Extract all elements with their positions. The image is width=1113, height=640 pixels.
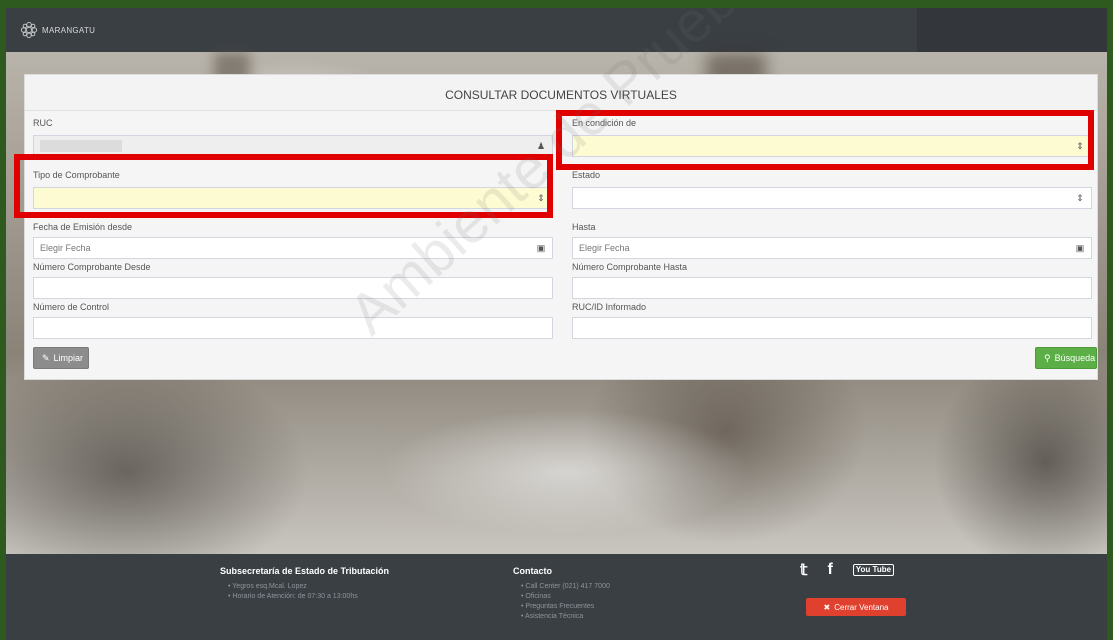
hasta-field-group: Hasta Elegir Fecha ▣ — [572, 221, 1092, 259]
search-button-label: Búsqueda — [1054, 353, 1096, 363]
num-hasta-input[interactable] — [572, 277, 1092, 299]
search-button[interactable]: ⚲ Búsqueda — [1035, 347, 1097, 369]
social-links: 𝕥 f You Tube — [800, 560, 895, 580]
hasta-label: Hasta — [572, 222, 596, 232]
num-hasta-field-group: Número Comprobante Hasta — [572, 261, 1092, 299]
footer: Subsecretaría de Estado de Tributación Y… — [6, 554, 1107, 640]
footer-contact-title: Contacto — [513, 566, 552, 576]
ruc-informado-field-group: RUC/ID Informado — [572, 301, 1092, 339]
close-window-label: Cerrar Ventana — [834, 602, 889, 612]
estado-select[interactable]: ⇕ — [572, 187, 1092, 209]
ruc-field-group: RUC ♟ — [33, 117, 553, 157]
num-control-label: Número de Control — [33, 302, 110, 312]
clear-button-label: Limpiar — [53, 353, 84, 363]
highlight-box-condicion — [556, 110, 1094, 170]
brand-name: MARANGATU — [42, 25, 96, 35]
footer-faq-link[interactable]: Preguntas Frecuentes — [513, 602, 610, 612]
calendar-icon[interactable]: ▣ — [530, 238, 552, 258]
footer-support-link[interactable]: Asistencia Técnica — [513, 612, 610, 622]
footer-call-center-link[interactable]: Call Center (021) 417 7000 — [513, 582, 609, 592]
twitter-icon[interactable]: 𝕥 — [800, 560, 807, 580]
footer-col-contact: Contacto Call Center (021) 417 7000 Ofic… — [513, 566, 610, 622]
search-icon: ⚲ — [1044, 352, 1051, 363]
youtube-icon[interactable]: You Tube — [852, 564, 895, 576]
eraser-icon: ✎ — [42, 352, 50, 363]
ruc-informado-input[interactable] — [572, 317, 1092, 339]
num-control-input[interactable] — [33, 317, 553, 339]
footer-col-sub: Subsecretaría de Estado de Tributación Y… — [220, 566, 389, 602]
close-icon: ✖ — [823, 602, 831, 612]
calendar-icon[interactable]: ▣ — [1069, 238, 1091, 258]
close-window-button[interactable]: ✖ Cerrar Ventana — [806, 598, 906, 616]
estado-field-group: Estado ⇕ — [572, 169, 1092, 209]
num-hasta-label: Número Comprobante Hasta — [572, 262, 688, 272]
estado-label: Estado — [572, 170, 601, 180]
hasta-input[interactable]: Elegir Fecha ▣ — [572, 237, 1092, 259]
num-control-field-group: Número de Control — [33, 301, 553, 339]
num-desde-input[interactable] — [33, 277, 553, 299]
ruc-value-masked — [40, 140, 122, 152]
footer-offices-link[interactable]: Oficinas — [513, 592, 610, 602]
ruc-informado-label: RUC/ID Informado — [572, 302, 647, 312]
footer-sub-title: Subsecretaría de Estado de Tributación — [220, 566, 390, 576]
select-arrows-icon: ⇕ — [1076, 192, 1084, 203]
clear-button[interactable]: ✎ Limpiar — [33, 347, 89, 369]
facebook-icon[interactable]: f — [827, 561, 832, 579]
num-desde-field-group: Número Comprobante Desde — [33, 261, 553, 299]
topbar-right-area — [917, 8, 1107, 52]
app-window: MARANGATU CONSULTAR DOCUMENTOS VIRTUALES… — [6, 8, 1107, 640]
footer-address: Yegros esq.Mcal. Lopez — [220, 582, 389, 592]
marangatu-logo-icon — [20, 21, 38, 39]
top-bar: MARANGATU — [6, 8, 1107, 52]
footer-hours: Horario de Atención: de 07:30 a 13:00hs — [220, 592, 389, 602]
ruc-label: RUC — [33, 118, 53, 128]
